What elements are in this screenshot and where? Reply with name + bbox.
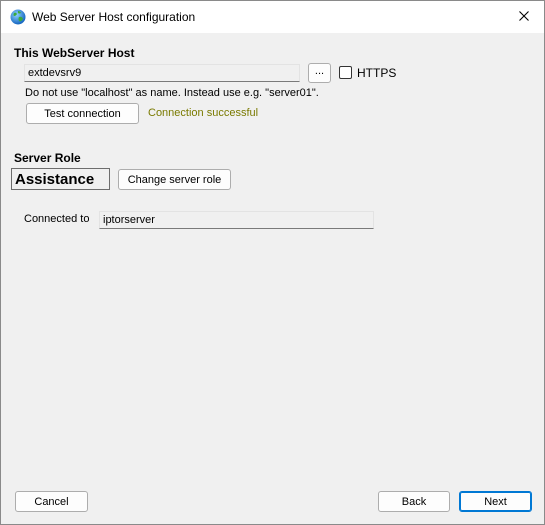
connected-to-label: Connected to	[24, 213, 90, 225]
close-icon	[519, 10, 529, 24]
next-button[interactable]: Next	[459, 491, 532, 512]
test-connection-button[interactable]: Test connection	[26, 103, 139, 124]
change-role-button[interactable]: Change server role	[118, 169, 231, 190]
https-checkbox[interactable]	[339, 66, 352, 79]
dialog-window: Web Server Host configuration This WebSe…	[0, 0, 545, 525]
cancel-button[interactable]: Cancel	[15, 491, 88, 512]
globe-icon	[10, 9, 26, 25]
close-button[interactable]	[504, 1, 544, 33]
hostname-field[interactable]: extdevsrv9	[24, 64, 300, 82]
hostname-hint: Do not use "localhost" as name. Instead …	[25, 87, 319, 99]
current-role-display: Assistance	[11, 168, 110, 190]
connected-to-field: iptorserver	[99, 211, 374, 229]
host-section-title: This WebServer Host	[14, 46, 135, 60]
title-bar: Web Server Host configuration	[1, 1, 544, 33]
https-label: HTTPS	[357, 66, 397, 80]
back-button[interactable]: Back	[378, 491, 450, 512]
browse-button[interactable]: ...	[308, 63, 331, 83]
window-title: Web Server Host configuration	[32, 10, 196, 24]
connection-status: Connection successful	[148, 107, 259, 119]
role-section-title: Server Role	[14, 151, 81, 165]
